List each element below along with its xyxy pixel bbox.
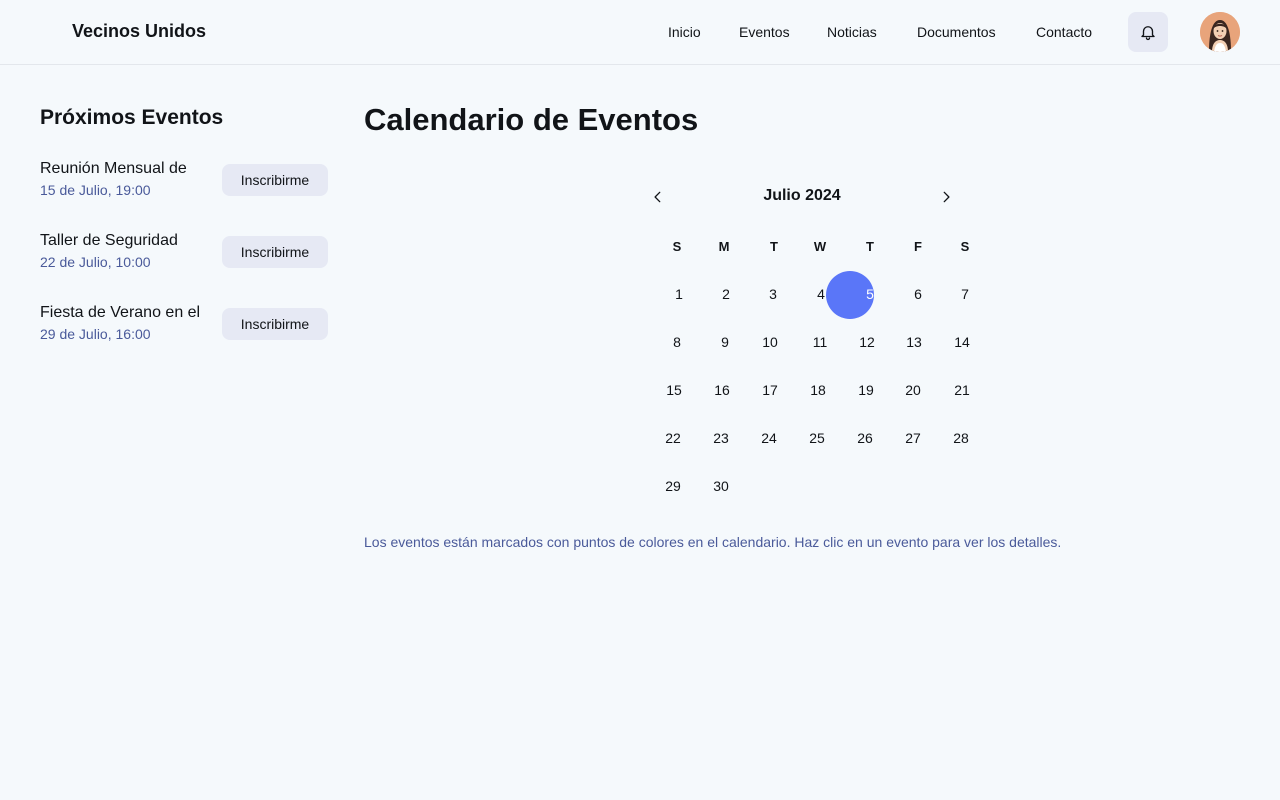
main-nav: Inicio Eventos Noticias Documentos Conta…	[0, 24, 1280, 42]
calendar-day[interactable]: 30	[703, 478, 739, 498]
calendar-day[interactable]: 12	[849, 334, 885, 354]
calendar-day-selected[interactable]: 5	[852, 286, 888, 306]
nav-documentos[interactable]: Documentos	[917, 24, 996, 40]
calendar-day[interactable]: 7	[947, 286, 983, 306]
avatar-portrait-icon	[1200, 12, 1240, 52]
register-button[interactable]: Inscribirme	[222, 236, 328, 268]
calendar-day[interactable]: 23	[703, 430, 739, 450]
event-name[interactable]: Reunión Mensual de	[40, 160, 215, 178]
event-item: Fiesta de Verano en el 29 de Julio, 16:0…	[40, 304, 330, 348]
chevron-right-icon	[943, 191, 950, 203]
weekday-label: T	[770, 239, 778, 254]
calendar-day[interactable]: 11	[802, 334, 838, 354]
calendar-day[interactable]: 3	[755, 286, 791, 306]
weekday-label: S	[672, 239, 682, 254]
calendar-day[interactable]: 9	[707, 334, 743, 354]
calendar-day[interactable]: 19	[848, 382, 884, 402]
nav-inicio[interactable]: Inicio	[668, 24, 701, 40]
calendar-month: Julio 2024	[763, 187, 841, 204]
weekday-label: W	[813, 239, 827, 254]
user-avatar[interactable]	[1200, 12, 1240, 52]
calendar-day[interactable]: 13	[896, 334, 932, 354]
calendar-day[interactable]: 27	[895, 430, 931, 450]
register-button[interactable]: Inscribirme	[222, 308, 328, 340]
calendar-day[interactable]: 20	[895, 382, 931, 402]
weekday-label: F	[914, 239, 922, 254]
calendar-day[interactable]: 16	[704, 382, 740, 402]
event-date: 29 de Julio, 16:00	[40, 326, 151, 342]
calendar-day[interactable]: 8	[659, 334, 695, 354]
calendar-day[interactable]: 29	[655, 478, 691, 498]
sidebar-title: Próximos Eventos	[40, 106, 224, 129]
event-item: Taller de Seguridad 22 de Julio, 10:00 I…	[40, 232, 330, 276]
event-date: 15 de Julio, 19:00	[40, 182, 151, 198]
calendar-day[interactable]: 4	[803, 286, 839, 306]
chevron-left-icon	[654, 191, 661, 203]
weekday-label: S	[960, 239, 970, 254]
top-header: Vecinos Unidos Inicio Eventos Noticias D…	[0, 0, 1280, 65]
event-item: Reunión Mensual de 15 de Julio, 19:00 In…	[40, 160, 330, 204]
calendar-prev-button[interactable]	[648, 187, 668, 207]
weekday-label: T	[866, 239, 874, 254]
bell-icon	[1141, 26, 1155, 41]
calendar-day[interactable]: 21	[944, 382, 980, 402]
calendar-day[interactable]: 24	[751, 430, 787, 450]
weekday-label: M	[718, 239, 730, 254]
nav-eventos[interactable]: Eventos	[739, 24, 790, 40]
calendar-day[interactable]: 2	[708, 286, 744, 306]
calendar-day[interactable]: 1	[661, 286, 697, 306]
calendar-day[interactable]: 18	[800, 382, 836, 402]
nav-noticias[interactable]: Noticias	[827, 24, 877, 40]
nav-contacto[interactable]: Contacto	[1036, 24, 1092, 40]
calendar-day[interactable]: 25	[799, 430, 835, 450]
calendar-day[interactable]: 22	[655, 430, 691, 450]
event-name[interactable]: Fiesta de Verano en el	[40, 304, 215, 322]
notifications-button[interactable]	[1128, 12, 1168, 52]
calendar-day[interactable]: 26	[847, 430, 883, 450]
event-date: 22 de Julio, 10:00	[40, 254, 151, 270]
calendar-day[interactable]: 17	[752, 382, 788, 402]
calendar-next-button[interactable]	[936, 187, 956, 207]
calendar-day[interactable]: 10	[752, 334, 788, 354]
calendar-day[interactable]: 14	[944, 334, 980, 354]
calendar-day[interactable]: 6	[900, 286, 936, 306]
register-button[interactable]: Inscribirme	[222, 164, 328, 196]
page-title: Calendario de Eventos	[364, 102, 699, 137]
event-name[interactable]: Taller de Seguridad	[40, 232, 215, 250]
calendar-day[interactable]: 28	[943, 430, 979, 450]
calendar-day[interactable]: 15	[656, 382, 692, 402]
calendar-legend-note: Los eventos están marcados con puntos de…	[364, 534, 1062, 550]
